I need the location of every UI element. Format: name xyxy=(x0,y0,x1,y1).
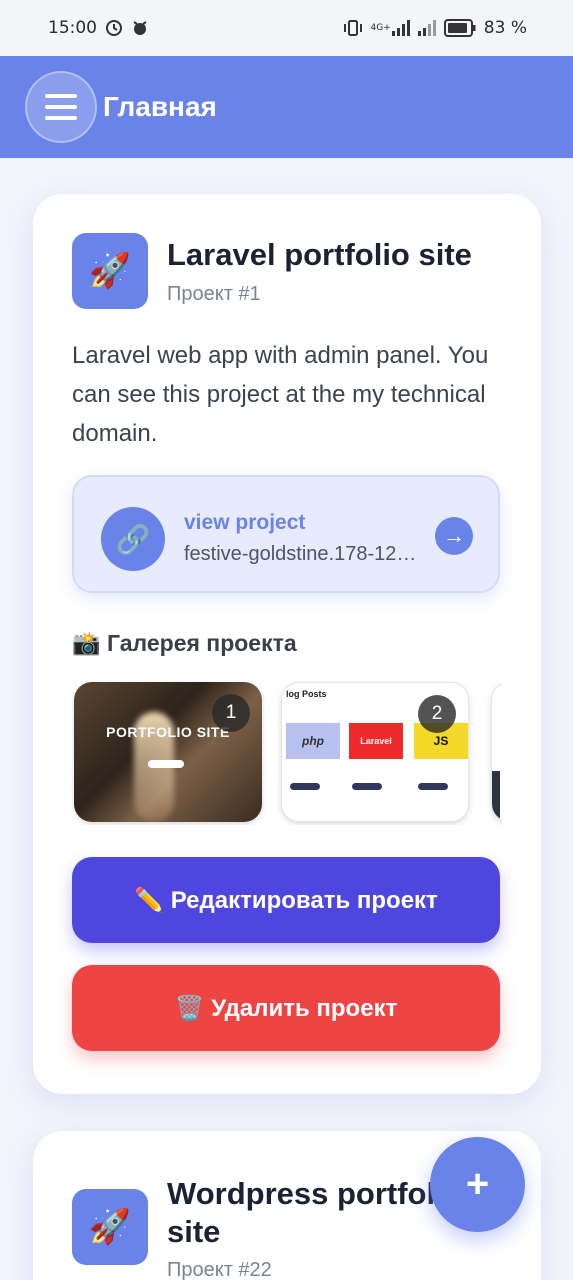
gallery-badge: 1 xyxy=(212,694,250,732)
edit-project-button[interactable]: ✏️ Редактировать проект xyxy=(72,857,500,943)
rocket-icon: 🚀 xyxy=(72,233,148,309)
php-logo: php xyxy=(286,723,340,759)
link-label: view project xyxy=(184,511,306,534)
gallery-image-3[interactable] xyxy=(491,682,502,822)
gallery-image-2[interactable]: log Posts php Laravel JS 2 xyxy=(281,682,469,822)
hamburger-line xyxy=(45,116,77,120)
rocket-icon: 🚀 xyxy=(72,1189,148,1265)
link-icon: 🔗 xyxy=(101,507,165,571)
project-number: Проект #1 xyxy=(167,283,261,305)
gallery-title: 📸 Галерея проекта xyxy=(72,630,297,656)
signal-icon xyxy=(417,20,436,36)
thumb-image-edge xyxy=(492,771,500,821)
project-number: Проект #22 xyxy=(167,1259,272,1280)
view-project-link[interactable]: 🔗 view project festive-goldstine.178-12…… xyxy=(72,475,500,593)
menu-button[interactable] xyxy=(25,71,97,143)
gallery-image-1[interactable]: PORTFOLIO SITE 1 xyxy=(74,682,262,822)
link-url: festive-goldstine.178-12… xyxy=(184,543,417,565)
vibrate-icon xyxy=(343,19,363,37)
thumb-caption: log Posts xyxy=(286,689,327,699)
project-card: 🚀 Laravel portfolio site Проект #1 Larav… xyxy=(33,194,541,1094)
screen-time-icon xyxy=(105,19,123,37)
battery-icon xyxy=(443,19,476,37)
read-more-pill xyxy=(418,783,448,790)
app-bar: Главная xyxy=(0,56,573,158)
project-title: Wordpress portfolio site xyxy=(167,1176,463,1249)
delete-project-button[interactable]: 🗑️ Удалить проект xyxy=(72,965,500,1051)
battery-percent: 83 % xyxy=(483,18,527,38)
page-title: Главная xyxy=(103,91,217,122)
mobile-signal-icon: 4G+ xyxy=(371,20,410,36)
network-type-label: 4G+ xyxy=(370,23,391,33)
read-more-pill xyxy=(290,783,320,790)
status-time: 15:00 xyxy=(48,18,97,38)
arrow-right-icon[interactable]: → xyxy=(435,517,473,555)
read-more-pill xyxy=(352,783,382,790)
project-gallery[interactable]: PORTFOLIO SITE 1 log Posts php Laravel J… xyxy=(72,680,502,825)
project-description: Laravel web app with admin panel. You ca… xyxy=(72,342,489,447)
hamburger-line xyxy=(45,105,77,109)
add-project-button[interactable]: + xyxy=(430,1137,525,1232)
hamburger-menu-icon xyxy=(45,94,77,98)
project-title: Laravel portfolio site xyxy=(167,237,472,272)
thumb-button-shape xyxy=(148,760,184,768)
alarm-icon xyxy=(131,19,149,37)
status-bar: 15:00 4G+ 83 % xyxy=(0,0,573,56)
laravel-logo: Laravel xyxy=(349,723,403,759)
gallery-badge: 2 xyxy=(418,695,456,733)
